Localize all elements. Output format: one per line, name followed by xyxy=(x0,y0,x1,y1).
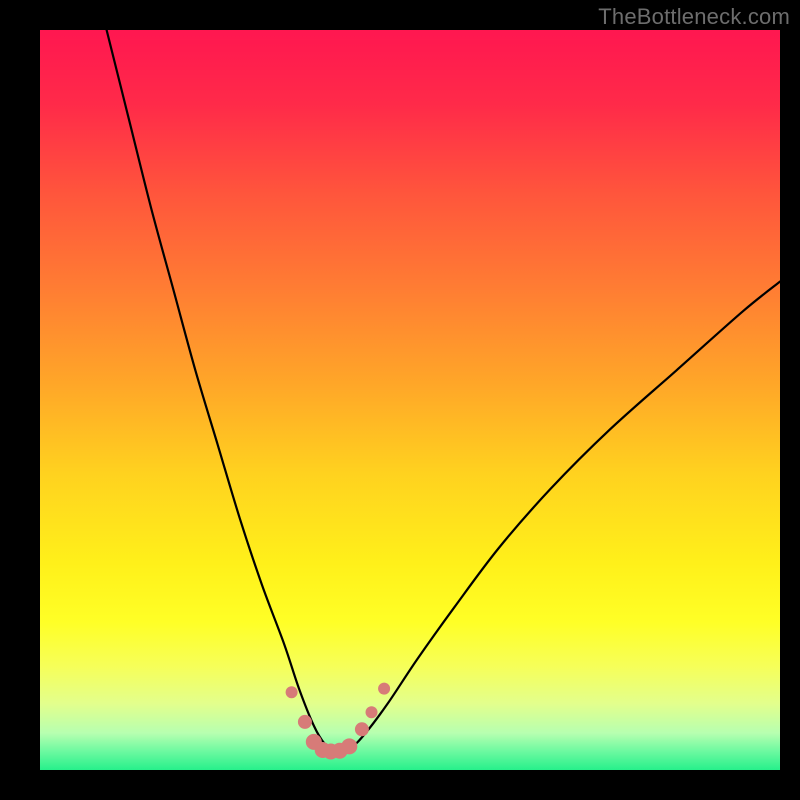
chart-frame: TheBottleneck.com xyxy=(0,0,800,800)
bottleneck-curve-svg xyxy=(40,30,780,770)
bottleneck-curve xyxy=(107,30,780,752)
highlight-dot xyxy=(341,738,357,754)
highlight-dot xyxy=(378,683,390,695)
watermark-text: TheBottleneck.com xyxy=(598,4,790,30)
highlight-dot xyxy=(286,686,298,698)
plot-area xyxy=(40,30,780,770)
highlight-dot xyxy=(298,715,312,729)
highlight-dot xyxy=(355,722,369,736)
highlight-dot xyxy=(366,706,378,718)
